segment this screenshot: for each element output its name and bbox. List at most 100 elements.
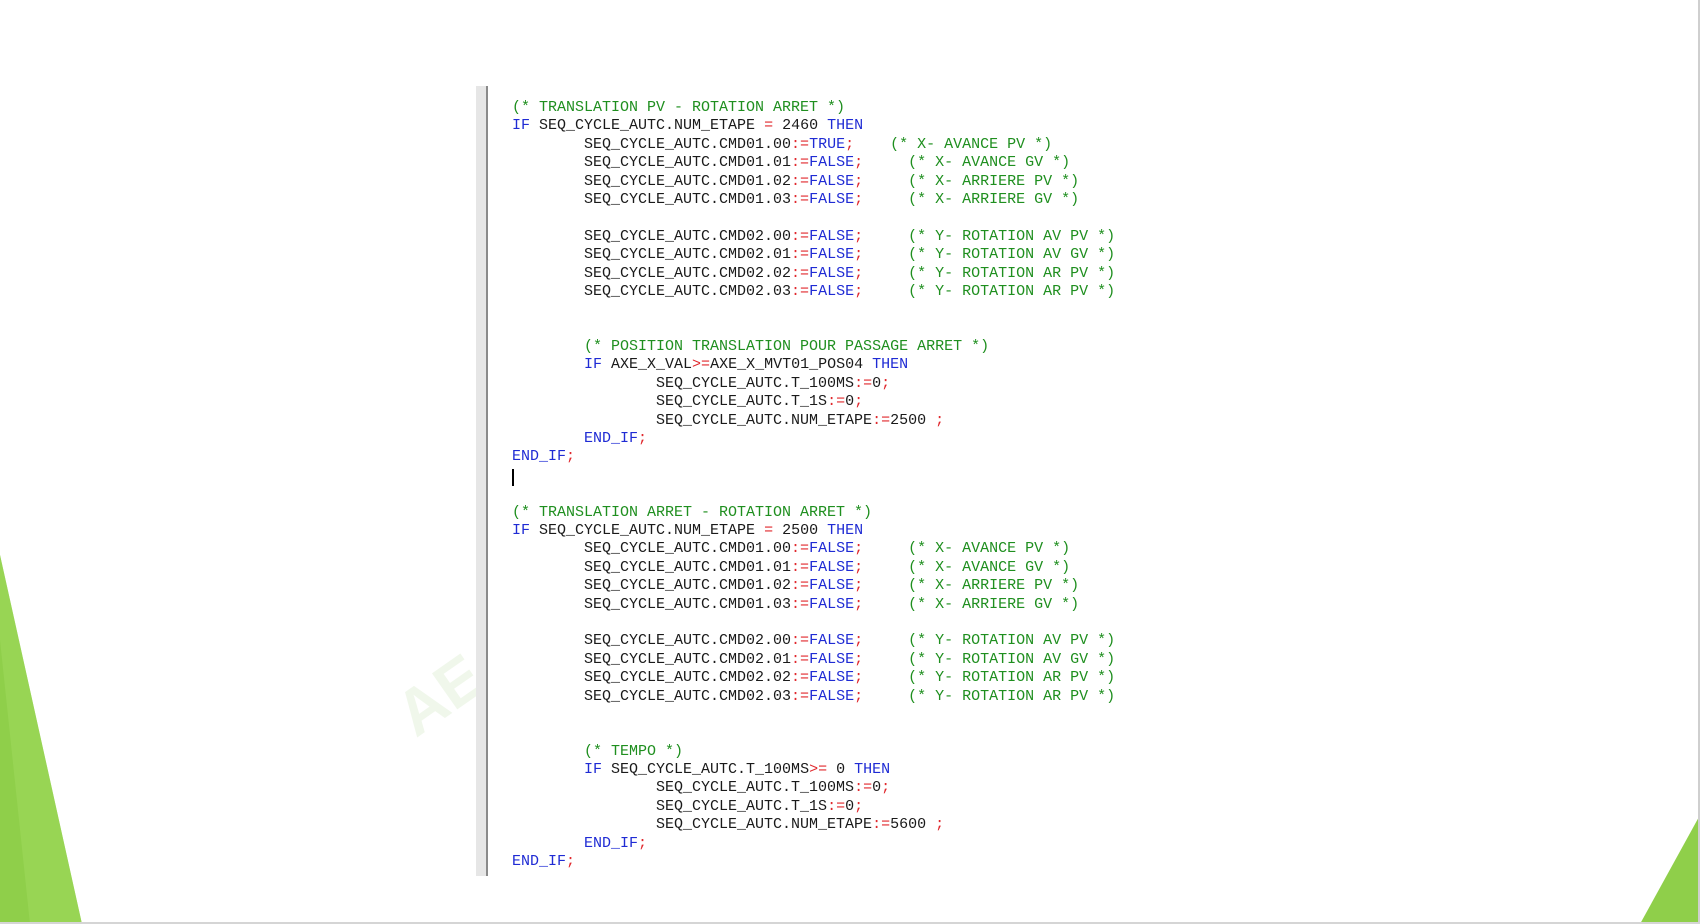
code-text: SEQ_CYCLE_AUTC.CMD02.00 [512,632,792,650]
text-caret [512,468,514,486]
code-comment: (* X- ARRIERE GV *) [908,595,1080,613]
code-line[interactable]: SEQ_CYCLE_AUTC.T_1S:=0; [512,393,1115,411]
editor-gutter-divider [486,86,488,876]
code-line[interactable]: IF SEQ_CYCLE_AUTC.T_100MS>= 0 THEN [512,761,1115,779]
code-operator: ; [881,779,891,797]
code-comment: (* TEMPO *) [584,742,684,760]
code-line[interactable]: SEQ_CYCLE_AUTC.CMD02.03:=FALSE; (* Y- RO… [512,688,1115,706]
code-operator: := [791,282,810,300]
code-keyword: IF [584,761,603,779]
code-operator: := [791,264,810,282]
code-line[interactable]: SEQ_CYCLE_AUTC.CMD02.03:=FALSE; (* Y- RO… [512,283,1115,301]
code-text: SEQ_CYCLE_AUTC.NUM_ETAPE [530,521,765,539]
code-editor[interactable]: (* TRANSLATION PV - ROTATION ARRET *) IF … [476,86,1194,876]
code-keyword: TRUE [809,135,846,153]
code-line[interactable]: SEQ_CYCLE_AUTC.T_100MS:=0; [512,779,1115,797]
code-line[interactable]: END_IF; [512,835,1115,853]
code-line[interactable]: SEQ_CYCLE_AUTC.CMD01.03:=FALSE; (* X- AR… [512,191,1115,209]
code-line[interactable]: SEQ_CYCLE_AUTC.CMD02.00:=FALSE; (* Y- RO… [512,632,1115,650]
code-line[interactable]: SEQ_CYCLE_AUTC.CMD01.01:=FALSE; (* X- AV… [512,559,1115,577]
code-line[interactable]: SEQ_CYCLE_AUTC.CMD01.00:=TRUE; (* X- AVA… [512,136,1115,154]
code-text: SEQ_CYCLE_AUTC.T_100MS [512,779,855,797]
code-operator: ; [854,797,864,815]
code-keyword: IF [584,356,603,374]
code-line[interactable]: IF SEQ_CYCLE_AUTC.NUM_ETAPE = 2500 THEN [512,522,1115,540]
code-keyword: FALSE [809,669,855,687]
code-text: 2500 [890,411,936,429]
code-operator: := [791,154,810,172]
code-text: SEQ_CYCLE_AUTC.NUM_ETAPE [512,411,873,429]
code-line[interactable] [512,301,1115,319]
code-text: SEQ_CYCLE_AUTC.CMD01.00 [512,135,792,153]
code-operator: := [791,595,810,613]
code-line[interactable]: IF AXE_X_VAL>=AXE_X_MVT01_POS04 THEN [512,356,1115,374]
code-line[interactable]: SEQ_CYCLE_AUTC.CMD01.01:=FALSE; (* X- AV… [512,154,1115,172]
code-line[interactable]: (* TRANSLATION ARRET - ROTATION ARRET *) [512,504,1115,522]
code-operator: ; [854,577,864,595]
code-line[interactable] [512,320,1115,338]
code-line[interactable] [512,724,1115,742]
code-line[interactable]: SEQ_CYCLE_AUTC.CMD01.02:=FALSE; (* X- AR… [512,577,1115,595]
code-operator: := [791,577,810,595]
code-keyword: THEN [854,761,891,779]
code-line[interactable] [512,614,1115,632]
code-operator: := [791,632,810,650]
code-line[interactable]: IF SEQ_CYCLE_AUTC.NUM_ETAPE = 2460 THEN [512,117,1115,135]
code-text: SEQ_CYCLE_AUTC.CMD02.01 [512,246,792,264]
code-line[interactable]: SEQ_CYCLE_AUTC.NUM_ETAPE:=5600 ; [512,816,1115,834]
code-line[interactable]: SEQ_CYCLE_AUTC.T_1S:=0; [512,798,1115,816]
code-line[interactable]: SEQ_CYCLE_AUTC.CMD02.02:=FALSE; (* Y- RO… [512,265,1115,283]
code-comment: (* X- AVANCE PV *) [908,540,1071,558]
code-operator: := [872,411,891,429]
code-operator: ; [854,282,864,300]
code-line[interactable]: SEQ_CYCLE_AUTC.CMD01.00:=FALSE; (* X- AV… [512,540,1115,558]
code-line[interactable]: END_IF; [512,430,1115,448]
code-line[interactable]: SEQ_CYCLE_AUTC.CMD02.00:=FALSE; (* Y- RO… [512,228,1115,246]
right-green-shape [1640,815,1700,924]
code-operator: := [854,779,873,797]
code-text: SEQ_CYCLE_AUTC.CMD01.01 [512,154,792,172]
code-line[interactable]: SEQ_CYCLE_AUTC.CMD02.01:=FALSE; (* Y- RO… [512,651,1115,669]
code-line[interactable]: SEQ_CYCLE_AUTC.T_100MS:=0; [512,375,1115,393]
code-line[interactable] [512,209,1115,227]
code-operator: := [791,669,810,687]
code-line[interactable] [512,706,1115,724]
code-text: SEQ_CYCLE_AUTC.T_100MS [512,374,855,392]
code-line[interactable]: SEQ_CYCLE_AUTC.NUM_ETAPE:=2500 ; [512,412,1115,430]
code-text: SEQ_CYCLE_AUTC.CMD01.03 [512,190,792,208]
code-area[interactable]: (* TRANSLATION PV - ROTATION ARRET *) IF … [512,99,1115,871]
code-line[interactable]: (* TRANSLATION PV - ROTATION ARRET *) [512,99,1115,117]
code-text: 0 [827,761,855,779]
code-line[interactable]: (* POSITION TRANSLATION POUR PASSAGE ARR… [512,338,1115,356]
code-operator: ; [566,448,576,466]
code-operator: := [791,540,810,558]
code-text: SEQ_CYCLE_AUTC.CMD02.02 [512,669,792,687]
code-line[interactable]: END_IF; [512,448,1115,466]
code-line[interactable]: (* TEMPO *) [512,743,1115,761]
code-text: AXE_X_MVT01_POS04 [710,356,873,374]
code-comment: (* X- ARRIERE GV *) [908,190,1080,208]
code-line[interactable]: SEQ_CYCLE_AUTC.CMD01.02:=FALSE; (* X- AR… [512,173,1115,191]
code-line[interactable] [512,467,1115,486]
code-operator: ; [566,853,576,871]
code-line[interactable]: END_IF; [512,853,1115,871]
code-comment: (* Y- ROTATION AV GV *) [908,650,1116,668]
code-line[interactable] [512,485,1115,503]
code-operator: ; [854,650,864,668]
code-text: 0 [872,374,882,392]
code-line[interactable]: SEQ_CYCLE_AUTC.CMD02.02:=FALSE; (* Y- RO… [512,669,1115,687]
code-operator: := [791,227,810,245]
code-keyword: FALSE [809,264,855,282]
code-line[interactable]: SEQ_CYCLE_AUTC.CMD01.03:=FALSE; (* X- AR… [512,596,1115,614]
code-line[interactable]: SEQ_CYCLE_AUTC.CMD02.01:=FALSE; (* Y- RO… [512,246,1115,264]
code-operator: ; [854,190,864,208]
code-operator: ; [854,558,864,576]
code-operator: ; [845,135,855,153]
